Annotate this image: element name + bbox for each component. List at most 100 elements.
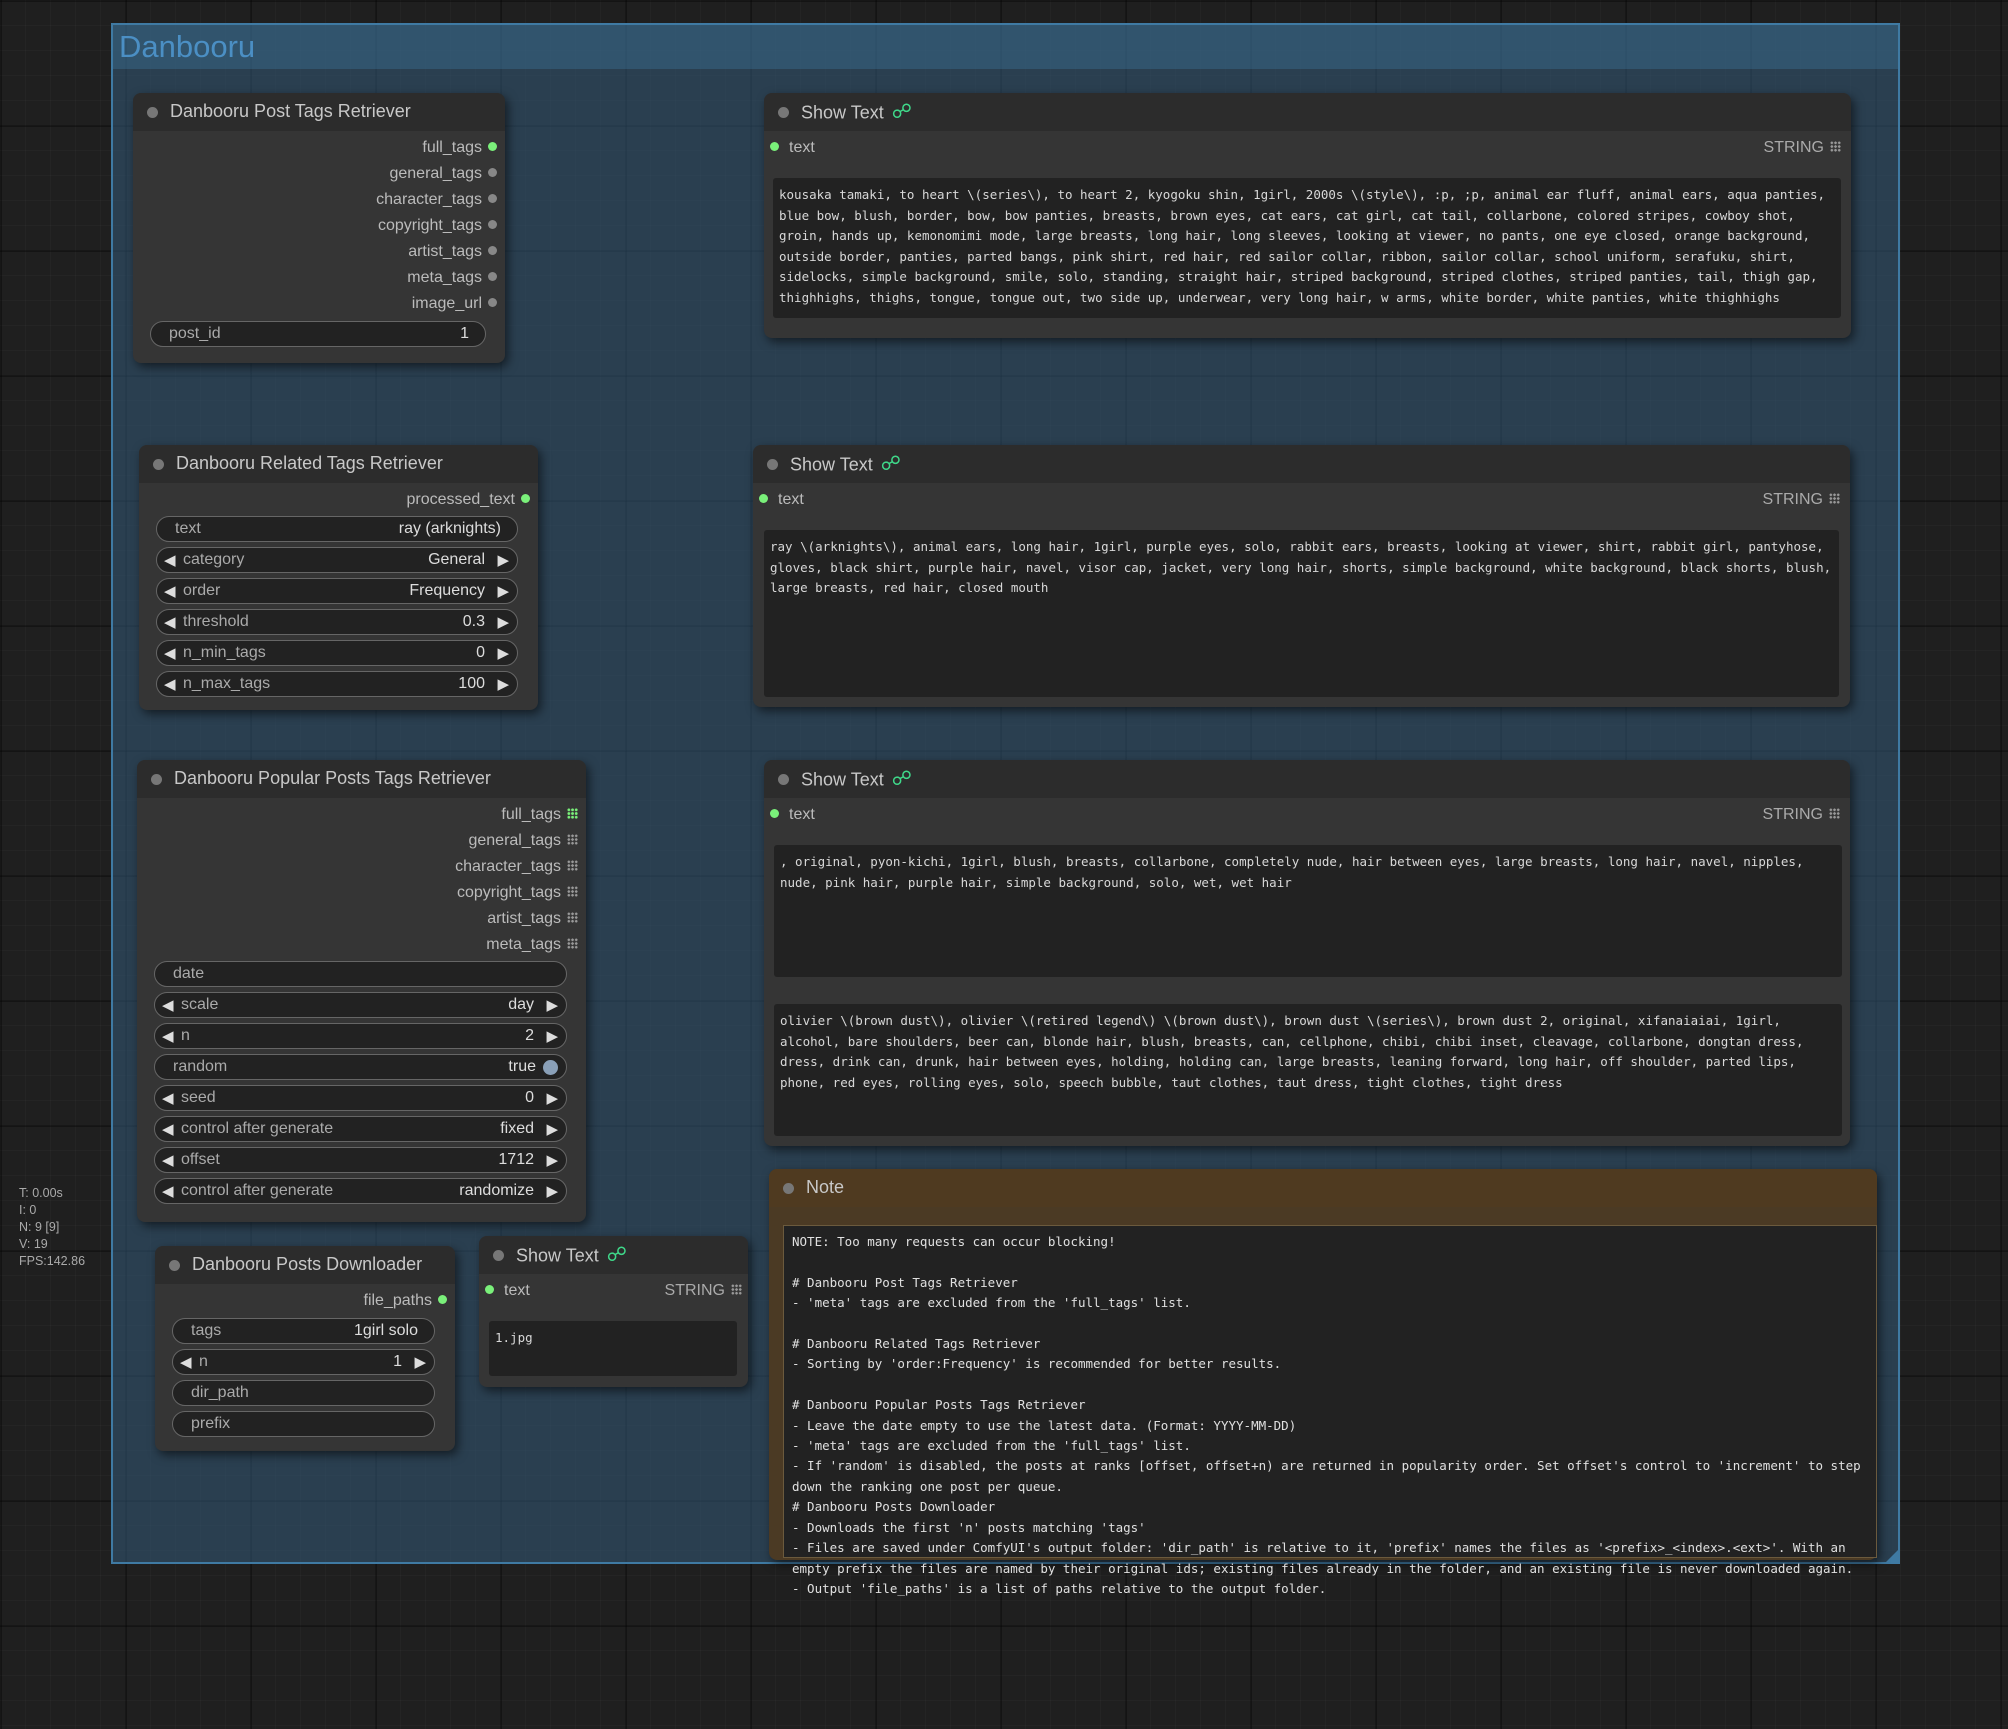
text-display[interactable]: 1.jpg (489, 1321, 737, 1376)
output-full-tags[interactable]: full_tags (422, 137, 497, 159)
toggle-knob-icon (543, 1060, 558, 1075)
output-general-tags[interactable]: general_tags (389, 163, 497, 185)
group-header[interactable] (113, 25, 1898, 69)
group-title: Danbooru (119, 29, 256, 64)
output-slot-icon (488, 194, 497, 204)
post-id-field[interactable]: post_id 1 (150, 321, 486, 347)
node-posts-downloader[interactable]: Danbooru Posts Downloader file_paths tag… (155, 1246, 455, 1451)
seed-control-combo[interactable]: ◀ control after generate fixed ▶ (154, 1116, 567, 1142)
prefix-field[interactable]: prefix (172, 1411, 435, 1437)
node-note[interactable]: Note NOTE: Too many requests can occur b… (769, 1169, 1877, 1596)
collapse-dot-icon[interactable] (767, 459, 778, 470)
group-resize-handle[interactable] (1886, 1550, 1898, 1562)
text-display-2[interactable]: olivier \(brown dust\), olivier \(retire… (774, 1004, 1842, 1136)
output-image-url[interactable]: image_url (412, 293, 497, 315)
n-max-tags-stepper[interactable]: ◀ n_max_tags 100 ▶ (156, 671, 518, 697)
n-stepper[interactable]: ◀ n 1 ▶ (172, 1349, 435, 1375)
seed-stepper[interactable]: ◀ seed 0 ▶ (154, 1085, 567, 1111)
node-popular-posts-retriever[interactable]: Danbooru Popular Posts Tags Retriever fu… (137, 760, 586, 1222)
node-show-text-2[interactable]: Show Text ☍ text STRING ray \(arknights\)… (753, 445, 1850, 707)
node-title-bar[interactable]: Danbooru Post Tags Retriever (133, 93, 505, 131)
category-combo[interactable]: ◀ category General ▶ (156, 547, 518, 573)
collapse-dot-icon[interactable] (778, 774, 789, 785)
node-title-bar[interactable]: Show Text ☍ (764, 93, 1851, 131)
link-icon: ☍ (606, 1244, 627, 1266)
note-text[interactable]: NOTE: Too many requests can occur blocki… (783, 1225, 1877, 1596)
random-toggle[interactable]: random true (154, 1054, 567, 1080)
link-icon: ☍ (891, 101, 912, 123)
order-combo[interactable]: ◀ order Frequency ▶ (156, 578, 518, 604)
arrow-right-icon: ▶ (546, 997, 558, 1014)
output-slot-icon (567, 834, 578, 846)
output-character-tags[interactable]: character_tags (455, 856, 578, 878)
input-text[interactable]: text (770, 137, 815, 159)
link-icon: ☍ (880, 453, 901, 475)
output-slot-icon (521, 494, 530, 504)
output-slot-icon (438, 1295, 447, 1305)
output-processed-text[interactable]: processed_text (406, 489, 530, 511)
node-title-bar[interactable]: Show Text ☍ (479, 1236, 748, 1274)
dir-path-field[interactable]: dir_path (172, 1380, 435, 1406)
output-artist-tags[interactable]: artist_tags (408, 241, 497, 263)
node-title: Danbooru Popular Posts Tags Retriever (174, 768, 491, 788)
collapse-dot-icon[interactable] (493, 1250, 504, 1261)
output-artist-tags[interactable]: artist_tags (487, 908, 578, 930)
output-meta-tags[interactable]: meta_tags (486, 934, 578, 956)
collapse-dot-icon[interactable] (783, 1183, 794, 1194)
collapse-dot-icon[interactable] (151, 774, 162, 785)
arrow-left-icon: ◀ (164, 552, 176, 569)
output-general-tags[interactable]: general_tags (468, 830, 578, 852)
date-field[interactable]: date (154, 961, 567, 987)
offset-stepper[interactable]: ◀ offset 1712 ▶ (154, 1147, 567, 1173)
type-label: STRING (1764, 137, 1841, 159)
arrow-left-icon: ◀ (162, 1121, 174, 1138)
output-slot-icon (567, 912, 578, 924)
output-slot-icon (567, 886, 578, 898)
input-text[interactable]: text (759, 489, 804, 511)
output-copyright-tags[interactable]: copyright_tags (457, 882, 578, 904)
node-title-bar[interactable]: Danbooru Popular Posts Tags Retriever (137, 760, 586, 798)
arrow-left-icon: ◀ (164, 676, 176, 693)
output-copyright-tags[interactable]: copyright_tags (378, 215, 497, 237)
arrow-right-icon: ▶ (546, 1121, 558, 1138)
input-text[interactable]: text (485, 1280, 530, 1302)
text-field[interactable]: text ray (arknights) (156, 516, 518, 542)
node-show-text-3[interactable]: Show Text ☍ text STRING , original, pyon-… (764, 760, 1850, 1146)
output-file-paths[interactable]: file_paths (364, 1290, 447, 1312)
tags-field[interactable]: tags 1girl solo (172, 1318, 435, 1344)
output-meta-tags[interactable]: meta_tags (407, 267, 497, 289)
arrow-left-icon: ◀ (162, 997, 174, 1014)
node-title-bar[interactable]: Show Text ☍ (764, 760, 1850, 798)
output-full-tags[interactable]: full_tags (501, 804, 578, 826)
output-slot-icon (488, 142, 497, 152)
output-character-tags[interactable]: character_tags (376, 189, 497, 211)
output-slot-icon (567, 938, 578, 950)
collapse-dot-icon[interactable] (169, 1260, 180, 1271)
collapse-dot-icon[interactable] (778, 107, 789, 118)
output-slot-icon (567, 808, 578, 820)
offset-control-combo[interactable]: ◀ control after generate randomize ▶ (154, 1178, 567, 1204)
output-slot-icon (488, 168, 497, 178)
n-stepper[interactable]: ◀ n 2 ▶ (154, 1023, 567, 1049)
text-display[interactable]: ray \(arknights\), animal ears, long hai… (764, 530, 1839, 697)
threshold-stepper[interactable]: ◀ threshold 0.3 ▶ (156, 609, 518, 635)
input-text[interactable]: text (770, 804, 815, 826)
scale-combo[interactable]: ◀ scale day ▶ (154, 992, 567, 1018)
node-title-bar[interactable]: Danbooru Related Tags Retriever (139, 445, 538, 483)
arrow-right-icon: ▶ (546, 1090, 558, 1107)
collapse-dot-icon[interactable] (153, 459, 164, 470)
node-show-text-1[interactable]: Show Text ☍ text STRING kousaka tamaki, t… (764, 93, 1851, 338)
node-title-bar[interactable]: Show Text ☍ (753, 445, 1850, 483)
text-display-1[interactable]: , original, pyon-kichi, 1girl, blush, br… (774, 845, 1842, 977)
node-title-bar[interactable]: Danbooru Posts Downloader (155, 1246, 455, 1284)
grid-slot-icon (1829, 808, 1840, 820)
node-title-bar[interactable]: Note (769, 1169, 1877, 1207)
node-related-tags-retriever[interactable]: Danbooru Related Tags Retriever processe… (139, 445, 538, 710)
text-display[interactable]: kousaka tamaki, to heart \(series\), to … (773, 178, 1841, 318)
collapse-dot-icon[interactable] (147, 107, 158, 118)
input-slot-icon (770, 142, 779, 152)
node-title: Show Text ☍ (801, 101, 912, 123)
node-show-text-4[interactable]: Show Text ☍ text STRING 1.jpg (479, 1236, 748, 1387)
n-min-tags-stepper[interactable]: ◀ n_min_tags 0 ▶ (156, 640, 518, 666)
node-post-tags-retriever[interactable]: Danbooru Post Tags Retriever full_tags g… (133, 93, 505, 363)
